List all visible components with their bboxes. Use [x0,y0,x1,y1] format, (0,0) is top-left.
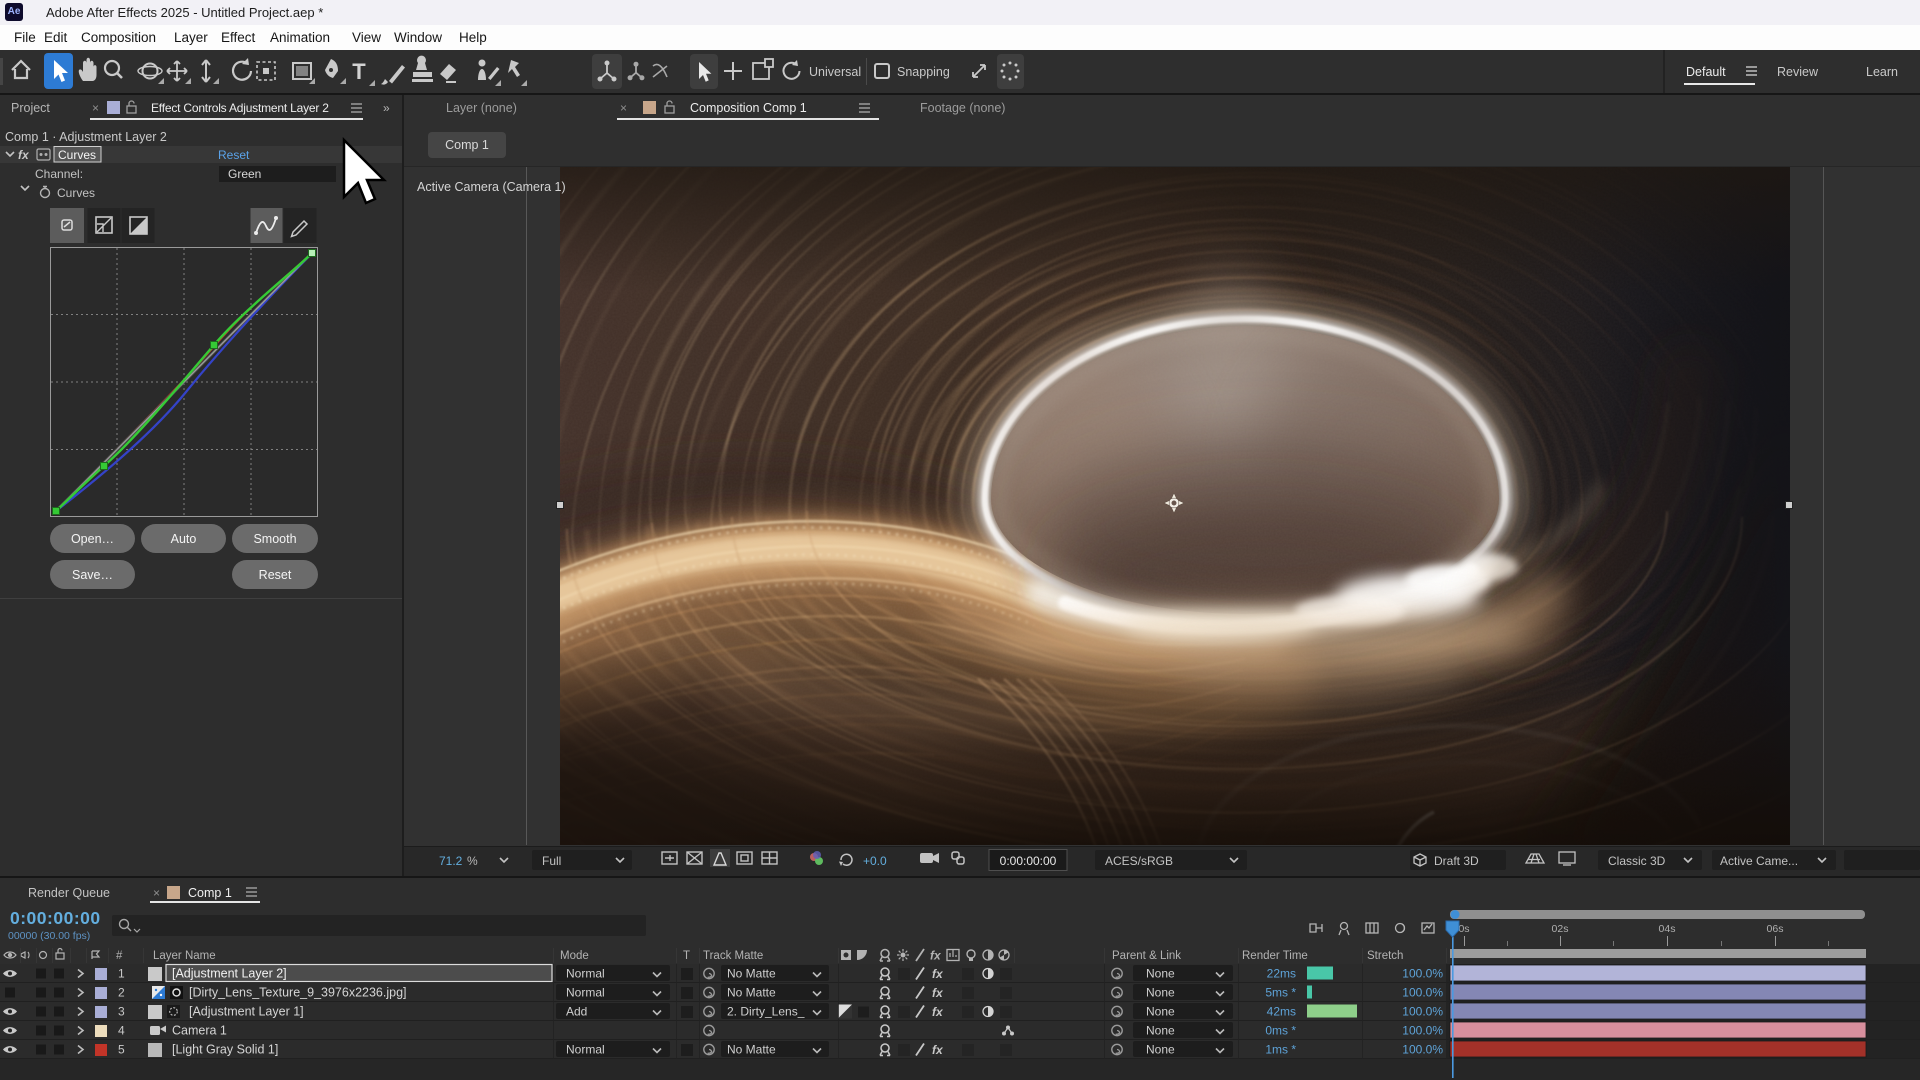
svg-text:Add: Add [566,1005,587,1019]
svg-text:Mode: Mode [560,950,589,962]
svg-text:None: None [1146,986,1175,1000]
svg-text:0s: 0s [1458,923,1469,935]
svg-text:ACES/sRGB: ACES/sRGB [1105,854,1173,868]
svg-text:100.0%: 100.0% [1402,967,1443,981]
svg-text:No Matte: No Matte [727,967,776,981]
svg-text:[Dirty_Lens_Texture_9_3976x223: [Dirty_Lens_Texture_9_3976x2236.jpg] [189,986,407,1000]
svg-text:Layer Name: Layer Name [153,950,216,962]
svg-text:Render Time: Render Time [1242,950,1308,962]
svg-text:Universal: Universal [809,65,861,79]
svg-text:+0.0: +0.0 [863,854,887,868]
svg-text:3: 3 [118,1005,125,1019]
svg-text:06s: 06s [1767,923,1784,935]
svg-text:#: # [116,950,123,962]
svg-text:Normal: Normal [566,1043,605,1057]
svg-text:100.0%: 100.0% [1402,1005,1443,1019]
svg-text:Smooth: Smooth [253,532,296,546]
svg-text:22ms: 22ms [1267,967,1296,981]
svg-text:fx: fx [932,967,944,981]
svg-text:T: T [352,59,366,84]
svg-text:»: » [383,101,390,115]
svg-text:Green: Green [228,167,261,181]
svg-text:Camera 1: Camera 1 [172,1024,227,1038]
svg-text:T: T [683,950,690,962]
svg-text:100.0%: 100.0% [1402,1024,1443,1038]
svg-text:2. Dirty_Lens_: 2. Dirty_Lens_ [727,1005,805,1019]
svg-text:04s: 04s [1659,923,1676,935]
svg-text:100.0%: 100.0% [1402,1043,1443,1057]
svg-text:Render Queue: Render Queue [28,886,110,900]
svg-text:5ms *: 5ms * [1265,986,1296,1000]
svg-text:[Adjustment Layer 2]: [Adjustment Layer 2] [172,967,287,981]
svg-text:No Matte: No Matte [727,986,776,1000]
svg-text:fx: fx [932,1043,944,1057]
svg-text:None: None [1146,1043,1175,1057]
svg-text:2: 2 [118,986,125,1000]
svg-text:Project: Project [11,101,50,115]
svg-text:%: % [467,854,478,868]
svg-text:None: None [1146,967,1175,981]
svg-text:Normal: Normal [566,967,605,981]
svg-text:Comp 1 · Adjustment Layer 2: Comp 1 · Adjustment Layer 2 [5,130,167,144]
svg-text:Composition Comp 1: Composition Comp 1 [690,101,807,115]
svg-text:Save…: Save… [72,568,113,582]
svg-text:No Matte: No Matte [727,1043,776,1057]
svg-text:4: 4 [118,1024,125,1038]
svg-text:5: 5 [118,1043,125,1057]
svg-text:None: None [1146,1005,1175,1019]
svg-text:Footage (none): Footage (none) [920,101,1005,115]
svg-text:0:00:00:00: 0:00:00:00 [10,908,101,928]
svg-text:Effect Controls Adjustment Lay: Effect Controls Adjustment Layer 2 [151,101,329,115]
svg-text:Reset: Reset [259,568,292,582]
svg-text:×: × [620,101,627,115]
svg-text:0:00:00:00: 0:00:00:00 [1000,854,1057,868]
svg-text:Auto: Auto [171,532,197,546]
svg-text:Layer (none): Layer (none) [446,101,517,115]
svg-text:00000 (30.00 fps): 00000 (30.00 fps) [8,930,90,942]
svg-text:Classic 3D: Classic 3D [1608,854,1666,868]
svg-text:fx: fx [18,148,30,162]
svg-text:Snapping: Snapping [897,65,950,79]
svg-text:Open…: Open… [71,532,114,546]
svg-text:Full: Full [542,854,561,868]
svg-text:0ms *: 0ms * [1265,1024,1296,1038]
svg-text:Channel:: Channel: [35,167,83,181]
svg-text:Normal: Normal [566,986,605,1000]
svg-text:Stretch: Stretch [1367,950,1403,962]
svg-text:100.0%: 100.0% [1402,986,1443,1000]
svg-text:fx: fx [932,986,944,1000]
svg-text:×: × [92,101,99,115]
svg-text:Default: Default [1686,65,1726,79]
svg-text:Curves: Curves [57,186,95,200]
svg-text:Review: Review [1777,65,1819,79]
svg-text:Active Came...: Active Came... [1720,854,1798,868]
svg-text:Reset: Reset [218,148,250,162]
svg-text:Parent & Link: Parent & Link [1112,950,1181,962]
svg-text:Learn: Learn [1866,65,1898,79]
svg-text:42ms: 42ms [1267,1005,1296,1019]
svg-text:Curves: Curves [58,148,96,162]
svg-text:×: × [153,886,160,900]
svg-text:1: 1 [118,967,125,981]
svg-text:Track Matte: Track Matte [703,950,763,962]
svg-text:02s: 02s [1552,923,1569,935]
svg-text:71.2: 71.2 [439,854,463,868]
svg-text:1ms *: 1ms * [1265,1043,1296,1057]
svg-text:Comp 1: Comp 1 [188,886,232,900]
svg-text:None: None [1146,1024,1175,1038]
svg-text:Active Camera (Camera 1): Active Camera (Camera 1) [417,180,566,194]
svg-text:[Light Gray Solid 1]: [Light Gray Solid 1] [172,1043,278,1057]
svg-text:[Adjustment Layer 1]: [Adjustment Layer 1] [189,1005,304,1019]
svg-text:Draft 3D: Draft 3D [1434,854,1479,868]
svg-text:Comp 1: Comp 1 [445,138,489,152]
svg-text:fx: fx [932,1005,944,1019]
svg-text:fx: fx [930,949,942,963]
